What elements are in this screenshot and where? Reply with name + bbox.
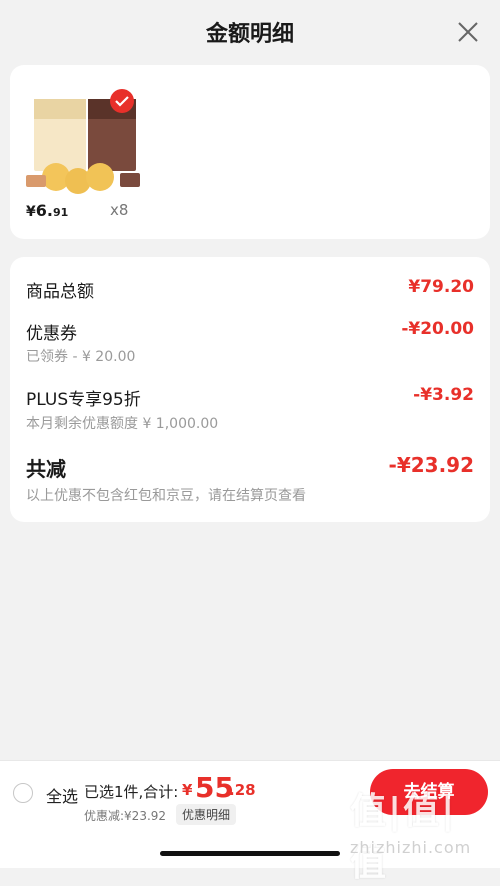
goods-total-row: 商品总额 ¥79.20 — [26, 277, 474, 302]
product-quantity: x8 — [110, 201, 129, 219]
home-indicator — [160, 851, 340, 856]
coupon-row: 优惠券 -¥20.00 — [26, 319, 474, 344]
discount-amount: 优惠减:¥23.92 — [84, 809, 167, 823]
product-price: ¥6.91 — [26, 201, 68, 220]
total-reduce-label: 共减 — [26, 457, 66, 481]
price-decimal: 91 — [52, 206, 69, 219]
selected-summary: 已选1件,合计: — [84, 783, 179, 801]
coupon-sub: 已领券 - ¥ 20.00 — [26, 349, 136, 365]
total-symbol: ¥ — [182, 781, 193, 799]
discount-detail-button[interactable]: 优惠明细 — [176, 804, 237, 825]
plus-row: PLUS专享95折 -¥3.92 — [26, 385, 474, 410]
price-symbol: ¥ — [26, 204, 36, 220]
plus-label: PLUS专享95折 — [26, 390, 141, 410]
total-reduce-value: -¥23.92 — [388, 453, 474, 477]
product-card: ¥6.91 x8 — [10, 65, 490, 239]
selected-check-icon[interactable] — [110, 89, 134, 113]
amount-detail-card: 商品总额 ¥79.20 优惠券 -¥20.00 已领券 - ¥ 20.00 PL… — [10, 257, 490, 522]
price-integer: 6. — [35, 201, 53, 220]
watermark-logo: 值|值|值 — [350, 791, 457, 884]
coupon-label: 优惠券 — [26, 324, 77, 344]
plus-value: -¥3.92 — [413, 385, 474, 405]
select-all-label[interactable]: 全选 — [46, 783, 78, 807]
discount-note: 以上优惠不包含红包和京豆，请在结算页查看 — [26, 488, 306, 504]
plus-sub: 本月剩余优惠额度 ¥ 1,000.00 — [26, 416, 219, 432]
header: 金额明细 — [0, 0, 500, 64]
coupon-value: -¥20.00 — [401, 319, 474, 339]
watermark-url: zhizhizhi.com — [350, 838, 472, 857]
goods-total-label: 商品总额 — [26, 282, 94, 302]
total-reduce-row: 共减 -¥23.92 — [26, 453, 474, 482]
goods-total-value: ¥79.20 — [408, 277, 474, 297]
select-all-radio[interactable] — [13, 783, 33, 803]
total-decimal: .28 — [229, 781, 256, 799]
close-icon[interactable] — [454, 18, 482, 46]
page-title: 金额明细 — [205, 22, 294, 47]
